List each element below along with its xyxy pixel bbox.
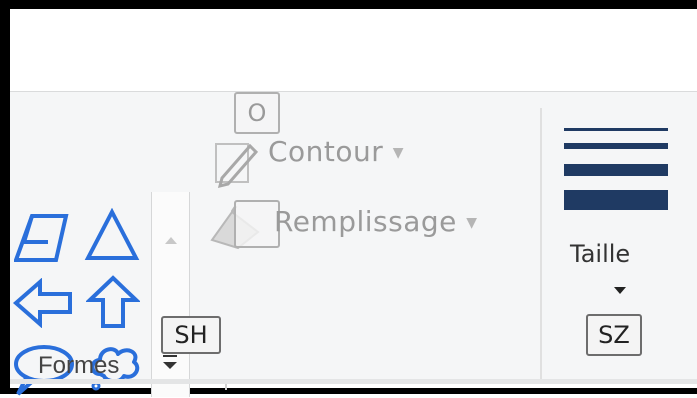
- group-label-formes: Formes: [38, 352, 120, 379]
- group-separator: [540, 108, 542, 384]
- keytip-o: O: [234, 92, 280, 134]
- fill-button[interactable]: Remplissage ▼: [274, 205, 478, 238]
- line-thickness-icon: [564, 128, 668, 210]
- parallelogram-icon[interactable]: [14, 212, 72, 264]
- ribbon-panel: Formes SH O Contour ▼ Remplissage ▼ Tail…: [10, 91, 697, 397]
- triangle-icon[interactable]: [84, 208, 140, 262]
- fill-label: Remplissage: [274, 205, 457, 238]
- keytip-sz: SZ: [586, 314, 642, 356]
- triangle-up-icon: [165, 237, 177, 244]
- up-arrow-icon[interactable]: [86, 274, 140, 330]
- pen-icon[interactable]: [210, 132, 270, 190]
- ribbon-bottom-border: [10, 379, 697, 384]
- outline-label: Contour: [268, 135, 384, 168]
- ribbon-header-area: [10, 9, 697, 89]
- outline-button[interactable]: Contour ▼: [268, 135, 404, 168]
- gallery-scroll-up-button[interactable]: [152, 218, 189, 262]
- keytip-sh: SH: [161, 316, 221, 354]
- chevron-down-icon: ▼: [466, 215, 478, 231]
- chevron-down-icon: [614, 287, 626, 294]
- size-label: Taille: [570, 240, 631, 268]
- chevron-down-icon: ▼: [392, 145, 404, 161]
- left-arrow-icon[interactable]: [10, 278, 76, 328]
- app-window: Formes SH O Contour ▼ Remplissage ▼ Tail…: [0, 0, 697, 397]
- shapes-gallery-scroll: [151, 192, 190, 397]
- group-separator-tick: [225, 384, 227, 390]
